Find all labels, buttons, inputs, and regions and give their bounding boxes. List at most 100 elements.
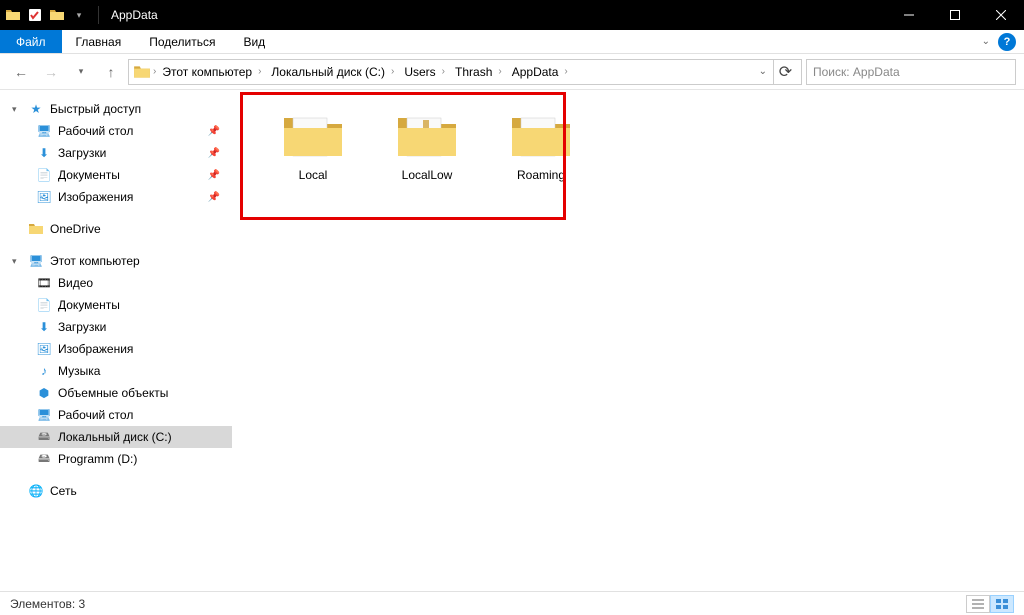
breadcrumb-item[interactable]: Этот компьютер › [158, 65, 265, 79]
sidebar-item-this-pc[interactable]: ▾ 🖥 Этот компьютер [0, 250, 232, 272]
breadcrumb-item[interactable]: Локальный диск (C:) › [267, 65, 398, 79]
sidebar-item-desktop[interactable]: 🖥Рабочий стол [0, 404, 232, 426]
pin-icon: 📌 [208, 126, 220, 137]
download-icon: ⬇ [36, 145, 52, 161]
tab-share[interactable]: Поделиться [135, 30, 229, 53]
back-button[interactable]: ← [8, 59, 34, 85]
content-pane[interactable]: Local LocalLow [232, 90, 1024, 591]
folder-icon [395, 110, 459, 162]
sidebar-item-label: Объемные объекты [58, 386, 168, 400]
sidebar-item-label: Изображения [58, 190, 133, 204]
sidebar-item-music[interactable]: ♪Музыка [0, 360, 232, 382]
close-button[interactable] [978, 0, 1024, 30]
breadcrumb-item[interactable]: Users› [400, 65, 449, 79]
sidebar-item-3d-objects[interactable]: ⬢ Объемные объекты [0, 382, 232, 404]
search-input[interactable] [813, 65, 1009, 79]
breadcrumb-label: AppData [512, 65, 559, 79]
sidebar-item-downloads[interactable]: ⬇ Загрузки [0, 316, 232, 338]
caret-down-icon[interactable]: ▾ [12, 256, 22, 267]
body: ▾ ★ Быстрый доступ 🖥 Рабочий стол 📌 ⬇ За… [0, 90, 1024, 591]
sidebar-item-pictures[interactable]: 🖼 Изображения 📌 [0, 186, 232, 208]
address-bar-row: ← → ▾ ↑ › Этот компьютер › Локальный диск… [0, 54, 1024, 90]
forward-button[interactable]: → [38, 59, 64, 85]
pin-icon: 📌 [208, 148, 220, 159]
breadcrumb-item[interactable]: AppData › [508, 65, 572, 79]
sidebar-item-local-disk-c[interactable]: 🖴Локальный диск (C:) [0, 426, 232, 448]
sidebar-item-downloads[interactable]: ⬇ Загрузки 📌 [0, 142, 232, 164]
sidebar-item-label: Programm (D:) [58, 452, 137, 466]
sidebar-item-videos[interactable]: 🎞Видео [0, 272, 232, 294]
breadcrumb-item[interactable]: Thrash › [451, 65, 506, 79]
breadcrumb-label: Локальный диск (C:) [271, 65, 385, 79]
sidebar-item-documents[interactable]: 📄 Документы 📌 [0, 164, 232, 186]
search-box[interactable] [806, 59, 1016, 85]
properties-icon[interactable] [26, 6, 44, 24]
chevron-right-icon[interactable]: › [153, 66, 156, 77]
chevron-right-icon[interactable]: › [498, 66, 501, 77]
sidebar-item-disk-d[interactable]: 🖴 Programm (D:) [0, 448, 232, 470]
folder-roaming[interactable]: Roaming [498, 110, 584, 182]
cube-icon: ⬢ [36, 385, 52, 401]
sidebar-item-pictures[interactable]: 🖼Изображения [0, 338, 232, 360]
pin-icon: 📌 [208, 170, 220, 181]
sidebar-item-label: Документы [58, 168, 120, 182]
refresh-icon[interactable]: ⟳ [773, 60, 797, 84]
sidebar-item-label: OneDrive [50, 222, 101, 236]
sidebar-item-onedrive[interactable]: OneDrive [0, 218, 232, 240]
folder-label: Local [299, 168, 328, 182]
pin-icon: 📌 [208, 192, 220, 203]
item-count: Элементов: 3 [10, 597, 85, 611]
drive-icon: 🖴 [36, 451, 52, 467]
ribbon-collapse-icon[interactable]: ⌄ [982, 36, 990, 47]
chevron-right-icon[interactable]: › [564, 66, 567, 77]
separator [98, 6, 99, 24]
tab-home[interactable]: Главная [62, 30, 136, 53]
explorer-window: ▾ AppData Файл Главная Поделиться Вид ⌄ … [0, 0, 1024, 615]
new-folder-icon[interactable] [48, 6, 66, 24]
navigation-pane[interactable]: ▾ ★ Быстрый доступ 🖥 Рабочий стол 📌 ⬇ За… [0, 90, 232, 591]
tab-view[interactable]: Вид [229, 30, 279, 53]
recent-locations-icon[interactable]: ▾ [68, 59, 94, 85]
address-dropdown-icon[interactable]: ⌄ [755, 66, 771, 77]
folder-label: LocalLow [402, 168, 453, 182]
sidebar-item-label: Документы [58, 298, 120, 312]
maximize-button[interactable] [932, 0, 978, 30]
chevron-right-icon[interactable]: › [258, 66, 261, 77]
breadcrumb-label: Этот компьютер [162, 65, 252, 79]
star-icon: ★ [28, 101, 44, 117]
file-tab[interactable]: Файл [0, 30, 62, 53]
sidebar-item-documents[interactable]: 📄 Документы [0, 294, 232, 316]
document-icon: 📄 [36, 167, 52, 183]
document-icon: 📄 [36, 297, 52, 313]
sidebar-item-quick-access[interactable]: ▾ ★ Быстрый доступ [0, 98, 232, 120]
ribbon: Файл Главная Поделиться Вид ⌄ ? [0, 30, 1024, 54]
chevron-right-icon[interactable]: › [391, 66, 394, 77]
picture-icon: 🖼 [36, 189, 52, 205]
chevron-right-icon[interactable]: › [442, 66, 445, 77]
window-title: AppData [105, 8, 158, 22]
sidebar-item-label: Рабочий стол [58, 124, 133, 138]
sidebar-item-network[interactable]: 🌐 Сеть [0, 480, 232, 502]
folder-local[interactable]: Local [270, 110, 356, 182]
picture-icon: 🖼 [36, 341, 52, 357]
folder-locallow[interactable]: LocalLow [384, 110, 470, 182]
sidebar-item-desktop[interactable]: 🖥 Рабочий стол 📌 [0, 120, 232, 142]
sidebar-item-label: Видео [58, 276, 93, 290]
breadcrumb-label: Thrash [455, 65, 492, 79]
download-icon: ⬇ [36, 319, 52, 335]
folder-grid: Local LocalLow [248, 102, 1008, 182]
folder-icon [4, 6, 22, 24]
up-button[interactable]: ↑ [98, 59, 124, 85]
help-icon[interactable]: ? [998, 33, 1016, 51]
qat-dropdown-icon[interactable]: ▾ [70, 6, 88, 24]
view-toggles [966, 595, 1014, 613]
caret-down-icon[interactable]: ▾ [12, 104, 22, 115]
address-bar[interactable]: › Этот компьютер › Локальный диск (C:) › U… [128, 59, 802, 85]
sidebar-item-label: Сеть [50, 484, 77, 498]
title-bar: ▾ AppData [0, 0, 1024, 30]
icons-view-button[interactable] [990, 595, 1014, 613]
sidebar-item-label: Загрузки [58, 320, 106, 334]
details-view-button[interactable] [966, 595, 990, 613]
minimize-button[interactable] [886, 0, 932, 30]
sidebar-item-label: Рабочий стол [58, 408, 133, 422]
